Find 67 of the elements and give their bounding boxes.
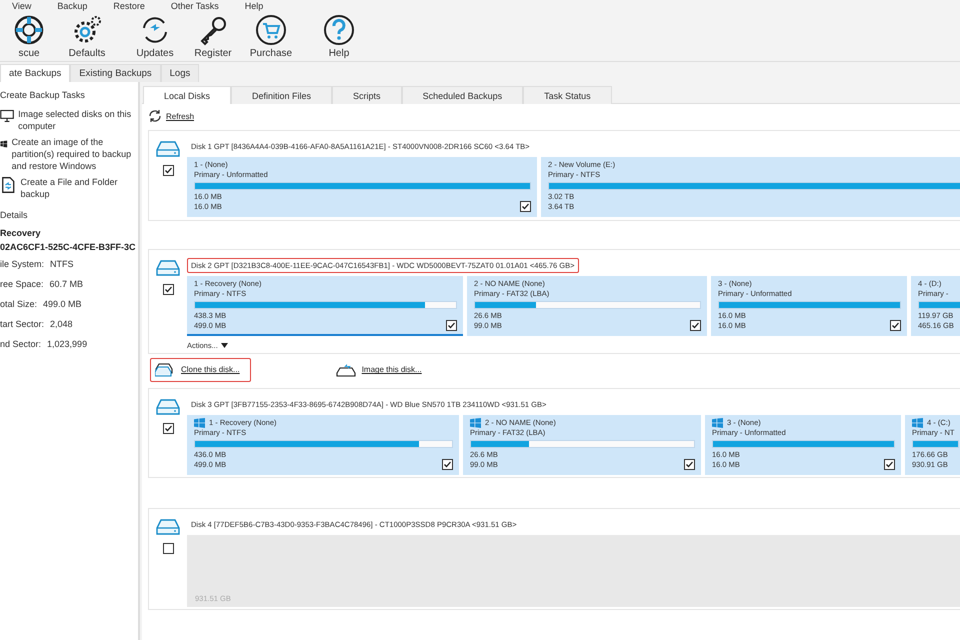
tab[interactable]: ate Backups bbox=[0, 64, 70, 82]
checkbox[interactable] bbox=[684, 458, 695, 470]
hard-drive-icon bbox=[156, 260, 180, 276]
toolbar-button[interactable]: Updates bbox=[126, 12, 184, 62]
cart-icon bbox=[255, 14, 287, 46]
windows-icon bbox=[912, 418, 923, 428]
checkbox[interactable] bbox=[442, 458, 453, 470]
hard-drive-icon bbox=[156, 141, 180, 157]
toolbar-button[interactable]: Help bbox=[310, 12, 368, 62]
tab[interactable]: Local Disks bbox=[143, 86, 232, 104]
monitor-icon bbox=[0, 108, 14, 124]
detail-value: 60.7 MB bbox=[50, 279, 84, 289]
section-heading: Create Backup Tasks bbox=[0, 90, 86, 102]
detail-value: 1,023,999 bbox=[47, 339, 88, 349]
task-link[interactable]: Create a File and Folder backup bbox=[20, 176, 138, 200]
lifebuoy-icon bbox=[13, 14, 45, 46]
clone-disk-icon bbox=[155, 362, 175, 377]
menu-item[interactable]: Help bbox=[244, 1, 264, 11]
task-link[interactable]: Create an image of the partition(s) required to backup and restore Windows bbox=[12, 136, 138, 172]
toolbar-button[interactable]: Defaults bbox=[58, 12, 116, 62]
detail-value: 499.0 MB bbox=[43, 299, 82, 309]
file-sync-icon bbox=[0, 176, 16, 194]
checkbox[interactable] bbox=[890, 320, 901, 330]
checkbox[interactable] bbox=[884, 458, 895, 470]
checkbox[interactable] bbox=[162, 543, 174, 554]
disk-action-link[interactable]: Image this disk... bbox=[362, 365, 422, 374]
detail-label: ile System: bbox=[0, 259, 44, 269]
refresh-link[interactable]: Refresh bbox=[166, 112, 194, 120]
windows-icon bbox=[712, 418, 723, 428]
detail-label: otal Size: bbox=[0, 299, 38, 309]
menu-item[interactable]: Backup bbox=[57, 1, 88, 11]
task-link[interactable]: Image selected disks on this computer bbox=[18, 108, 138, 132]
hard-drive-icon bbox=[156, 398, 180, 415]
menu-item[interactable]: Other Tasks bbox=[170, 1, 219, 11]
detail-label: ree Space: bbox=[0, 279, 44, 289]
checkbox[interactable] bbox=[162, 284, 174, 294]
help-icon bbox=[323, 14, 355, 46]
refresh-icon bbox=[148, 110, 162, 122]
windows-icon bbox=[470, 418, 481, 428]
tab[interactable]: Logs bbox=[160, 64, 200, 82]
menu-item[interactable]: View bbox=[12, 1, 32, 11]
hard-drive-icon bbox=[156, 519, 180, 536]
detail-value: 2,048 bbox=[50, 319, 73, 329]
disk-action-link[interactable]: Clone this disk... bbox=[181, 365, 240, 374]
detail-label: nd Sector: bbox=[0, 339, 42, 349]
checkbox[interactable] bbox=[520, 201, 531, 212]
tab[interactable]: Existing Backups bbox=[70, 64, 161, 82]
checkbox[interactable] bbox=[690, 320, 701, 330]
disk-image-icon bbox=[336, 362, 356, 377]
tab[interactable]: Task Status bbox=[523, 86, 612, 104]
toolbar-button[interactable]: scue bbox=[0, 12, 58, 62]
details-title: Recovery bbox=[0, 228, 42, 238]
tab[interactable]: Definition Files bbox=[231, 86, 332, 104]
tab[interactable]: Scripts bbox=[332, 86, 402, 104]
toolbar-button[interactable]: Purchase bbox=[242, 12, 300, 62]
windows-icon bbox=[194, 418, 205, 428]
toolbar-button[interactable]: Register bbox=[184, 12, 242, 62]
checkbox[interactable] bbox=[446, 320, 457, 330]
detail-label: tart Sector: bbox=[0, 319, 44, 329]
checkbox[interactable] bbox=[162, 165, 174, 176]
caret-icon bbox=[220, 342, 228, 348]
tab[interactable]: Scheduled Backups bbox=[402, 86, 524, 104]
detail-value: NTFS bbox=[50, 259, 74, 269]
section-heading: Details bbox=[0, 209, 29, 222]
checkbox[interactable] bbox=[162, 422, 174, 434]
details-id: 02AC6CF1-525C-4CFE-B3FF-3C bbox=[0, 242, 137, 252]
menu-item[interactable]: Restore bbox=[113, 1, 145, 11]
